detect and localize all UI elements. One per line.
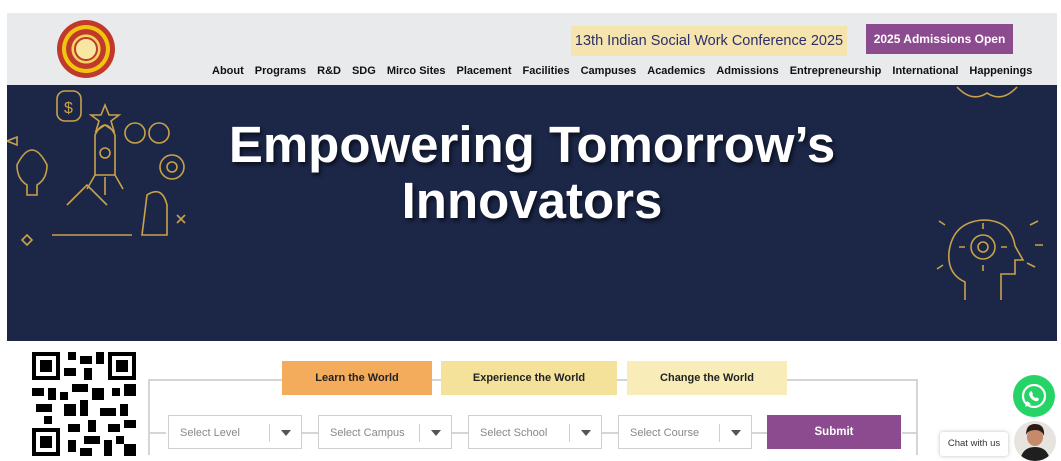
select-school-label: Select School (480, 427, 548, 439)
select-campus-dropdown[interactable]: Select Campus (318, 415, 452, 449)
nav-campuses[interactable]: Campuses (581, 65, 637, 77)
divider (602, 432, 618, 434)
divider (752, 432, 768, 434)
chevron-down-icon (431, 430, 441, 436)
select-course-dropdown[interactable]: Select Course (618, 415, 752, 449)
tab-learn-the-world[interactable]: Learn the World (282, 361, 432, 395)
nav-rnd[interactable]: R&D (317, 65, 341, 77)
chat-with-us-label[interactable]: Chat with us (940, 432, 1008, 456)
nav-sdg[interactable]: SDG (352, 65, 376, 77)
nav-happenings[interactable]: Happenings (969, 65, 1032, 77)
whatsapp-button[interactable] (1013, 375, 1055, 417)
nav-about[interactable]: About (212, 65, 244, 77)
nav-international[interactable]: International (892, 65, 958, 77)
chevron-down-icon (581, 430, 591, 436)
chevron-down-icon (281, 430, 291, 436)
select-course-label: Select Course (630, 427, 700, 439)
whatsapp-icon (1021, 383, 1047, 409)
chat-agent-avatar[interactable] (1014, 421, 1056, 461)
tab-experience-the-world[interactable]: Experience the World (441, 361, 617, 395)
site-header: 13th Indian Social Work Conference 2025 … (7, 13, 1057, 85)
select-level-label: Select Level (180, 427, 240, 439)
divider (719, 424, 720, 442)
nav-programs[interactable]: Programs (255, 65, 306, 77)
divider (419, 424, 420, 442)
divider (302, 432, 318, 434)
nav-admissions[interactable]: Admissions (716, 65, 778, 77)
page: 13th Indian Social Work Conference 2025 … (0, 0, 1061, 461)
nav-entrepreneurship[interactable]: Entrepreneurship (790, 65, 882, 77)
tab-change-the-world[interactable]: Change the World (627, 361, 787, 395)
conference-banner[interactable]: 13th Indian Social Work Conference 2025 (571, 26, 847, 56)
divider (569, 424, 570, 442)
nav-placement[interactable]: Placement (457, 65, 512, 77)
hero-banner: $ Empowering Tomorrow’s Innovators (7, 85, 1057, 341)
admissions-open-button[interactable]: 2025 Admissions Open (866, 24, 1013, 54)
divider (150, 432, 166, 434)
university-logo[interactable] (57, 20, 115, 78)
divider (452, 432, 468, 434)
divider (902, 432, 918, 434)
nav-academics[interactable]: Academics (647, 65, 705, 77)
main-nav: About Programs R&D SDG Mirco Sites Place… (212, 65, 1043, 77)
hero-title-line2: Innovators (401, 172, 663, 229)
handshake-icon (956, 86, 1018, 98)
submit-button[interactable]: Submit (767, 415, 901, 449)
hero-title-line1: Empowering Tomorrow’s (228, 116, 836, 173)
qr-code (32, 352, 136, 456)
select-level-dropdown[interactable]: Select Level (168, 415, 302, 449)
nav-micro-sites[interactable]: Mirco Sites (387, 65, 446, 77)
nav-facilities[interactable]: Facilities (523, 65, 570, 77)
select-school-dropdown[interactable]: Select School (468, 415, 602, 449)
chevron-down-icon (731, 430, 741, 436)
select-campus-label: Select Campus (330, 427, 405, 439)
agent-avatar-icon (1020, 424, 1050, 461)
divider (269, 424, 270, 442)
